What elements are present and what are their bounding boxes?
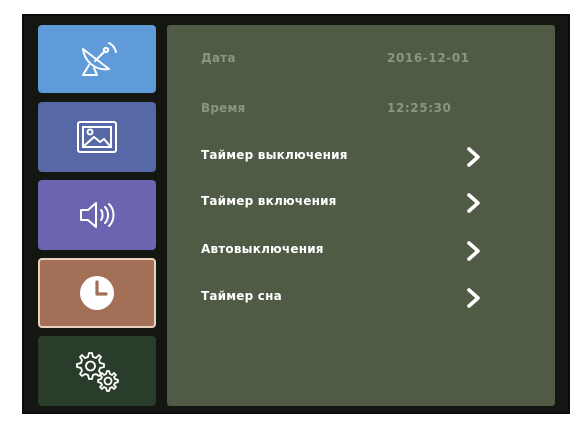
time-row: Время 12:25:30 (167, 97, 555, 123)
menu-item-off-timer[interactable]: Таймер выключения (167, 144, 555, 170)
chevron-right-icon (467, 288, 480, 308)
date-value: 2016-12-01 (387, 51, 470, 65)
menu-item-label: Таймер сна (201, 289, 282, 303)
sidebar-tab-clock[interactable] (38, 258, 156, 328)
clock-icon (80, 276, 114, 310)
sidebar-tab-gallery[interactable] (38, 102, 156, 172)
chevron-right-icon (467, 241, 480, 261)
sidebar-tab-settings[interactable] (38, 336, 156, 406)
menu-item-sleep-timer[interactable]: Таймер сна (167, 285, 555, 311)
date-row: Дата 2016-12-01 (167, 47, 555, 73)
menu-item-on-timer[interactable]: Таймер включения (167, 190, 555, 216)
time-label: Время (201, 101, 246, 115)
menu-item-auto-off[interactable]: Автовыключения (167, 238, 555, 264)
chevron-right-icon (467, 147, 480, 167)
speaker-icon (80, 202, 115, 228)
menu-item-label: Таймер включения (201, 194, 337, 208)
sidebar-tab-sound[interactable] (38, 180, 156, 250)
device-screen: Дата 2016-12-01 Время 12:25:30 Таймер вы… (22, 14, 570, 414)
date-label: Дата (201, 51, 236, 65)
clock-settings-panel: Дата 2016-12-01 Время 12:25:30 Таймер вы… (167, 25, 555, 406)
sidebar-tab-satellite[interactable] (38, 25, 156, 93)
satellite-dish-icon (82, 42, 117, 76)
picture-icon (77, 121, 117, 153)
time-value: 12:25:30 (387, 101, 452, 115)
chevron-right-icon (467, 193, 480, 213)
gears-icon (76, 352, 119, 392)
menu-item-label: Таймер выключения (201, 148, 348, 162)
menu-item-label: Автовыключения (201, 242, 324, 256)
